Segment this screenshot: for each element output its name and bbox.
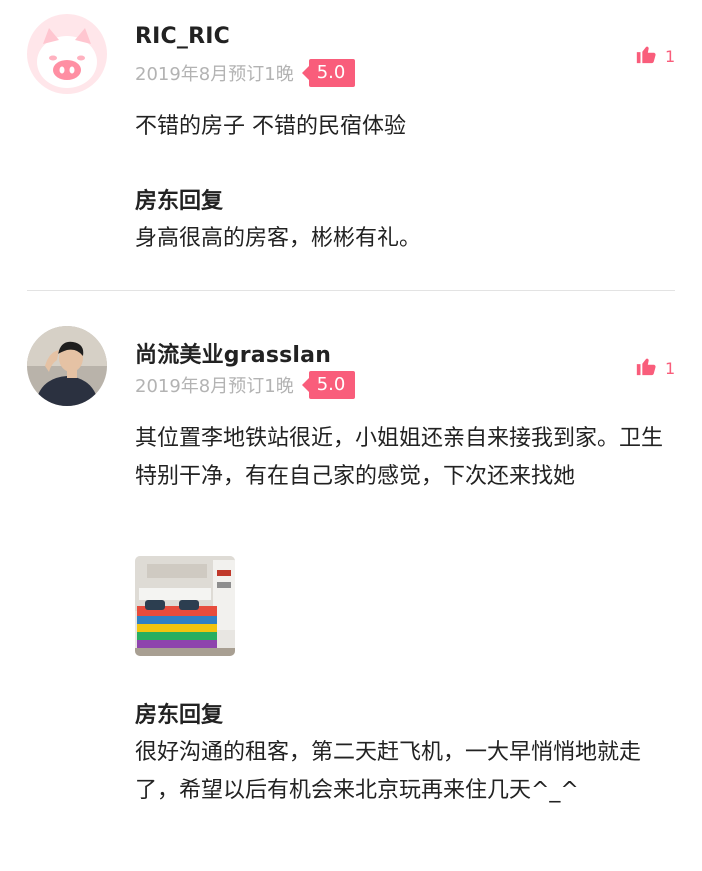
like-button[interactable]: 1 xyxy=(635,43,675,69)
bedroom-photo-icon xyxy=(135,556,235,656)
review-meta: 2019年8月预订1晚 5.0 xyxy=(135,58,356,88)
username[interactable]: RIC_RIC xyxy=(135,24,230,49)
user-avatar[interactable] xyxy=(27,14,107,94)
user-avatar[interactable] xyxy=(27,326,107,406)
host-reply-text: 很好沟通的租客，第二天赶飞机，一大早悄悄地就走了，希望以后有机会来北京玩再来住几… xyxy=(135,740,642,803)
host-reply-title: 房东回复 xyxy=(135,703,224,728)
review-text: 其位置李地铁站很近，小姐姐还亲自来接我到家。卫生特别干净，有在自己家的感觉，下次… xyxy=(135,426,664,489)
review-meta: 2019年8月预订1晚 5.0 xyxy=(135,370,356,400)
score-badge: 5.0 xyxy=(301,59,356,87)
like-button[interactable]: 1 xyxy=(635,355,675,381)
review-photo[interactable] xyxy=(135,556,235,656)
like-count: 1 xyxy=(665,358,676,378)
host-reply-text: 身高很高的房客，彬彬有礼。 xyxy=(135,226,422,251)
host-reply-title: 房东回复 xyxy=(135,189,224,214)
review-text: 不错的房子 不错的民宿体验 xyxy=(135,114,406,139)
review-item: RIC_RIC 2019年8月预订1晚 5.0 1 不错的房子 不错的民宿体验 … xyxy=(0,0,702,290)
like-count: 1 xyxy=(665,46,676,66)
thumbs-up-icon xyxy=(635,43,657,69)
booking-date: 2019年8月预订1晚 xyxy=(135,376,294,397)
thumbs-up-icon xyxy=(635,355,657,381)
review-item: 尚流美业grasslan 2019年8月预订1晚 5.0 1 其位置李地铁站很近… xyxy=(0,291,702,871)
username[interactable]: 尚流美业grasslan xyxy=(135,337,331,369)
booking-date: 2019年8月预订1晚 xyxy=(135,64,294,85)
person-photo-avatar-icon xyxy=(27,326,107,406)
pig-avatar-icon xyxy=(27,14,107,94)
score-badge: 5.0 xyxy=(301,371,356,399)
